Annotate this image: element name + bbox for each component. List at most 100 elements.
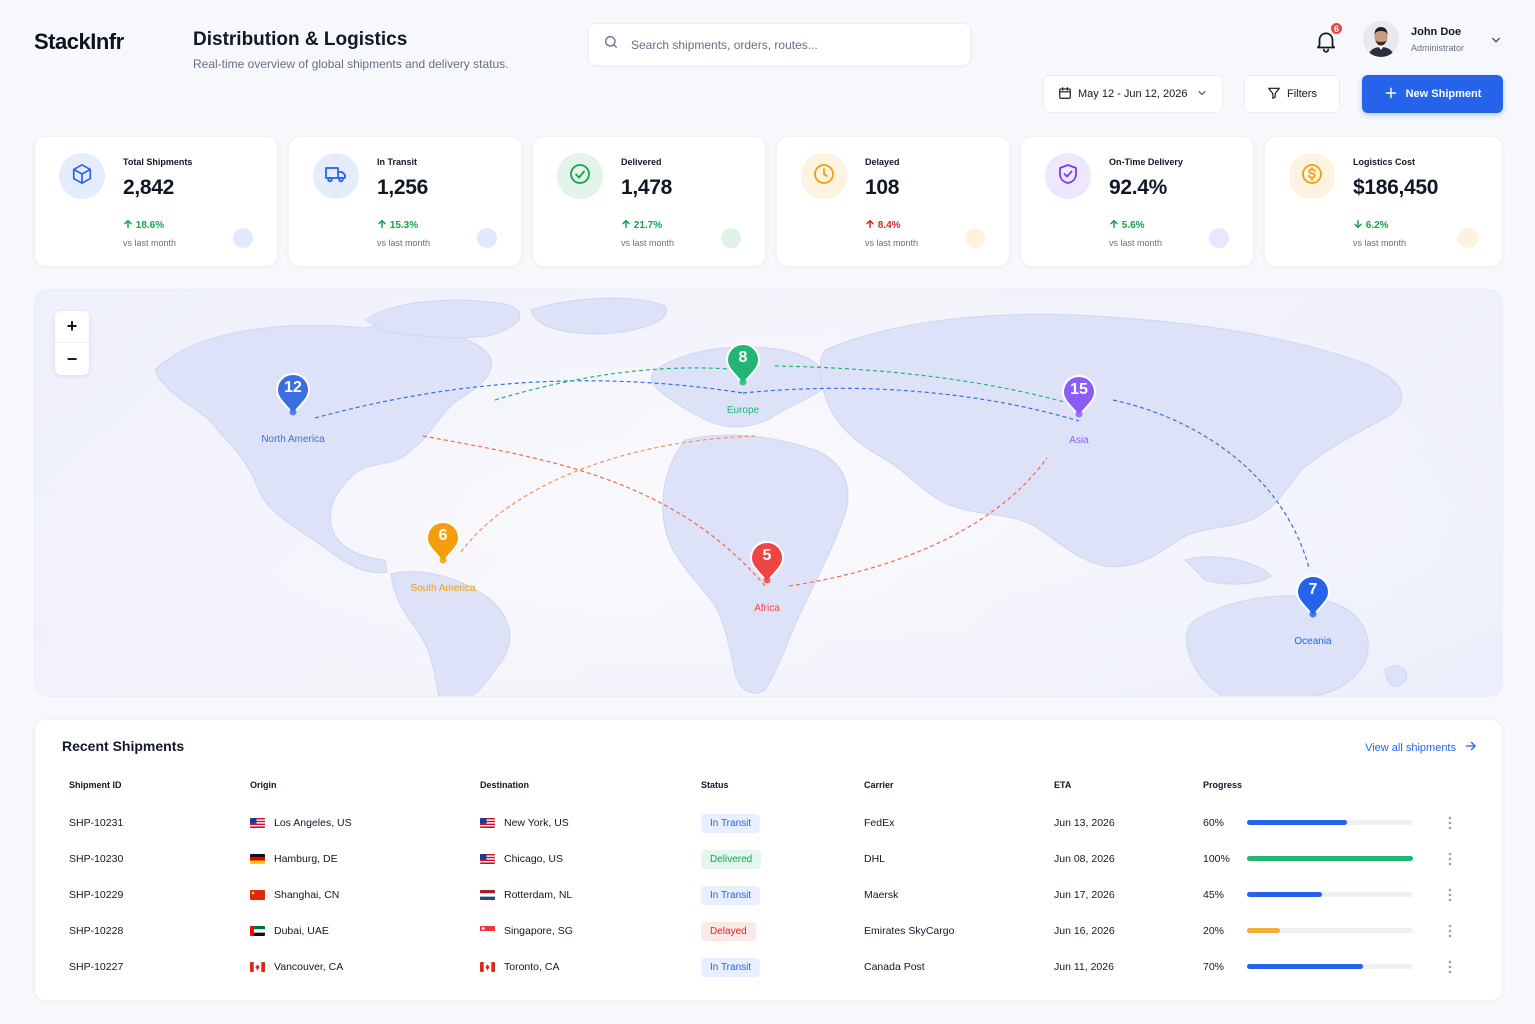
progress-bar bbox=[1247, 964, 1413, 969]
kpi-card-in-transit[interactable]: In Transit 1,256 15.3% vs last month bbox=[288, 136, 522, 267]
shipment-id[interactable]: SHP-10229 bbox=[69, 877, 123, 913]
recent-shipments-title: Recent Shipments bbox=[62, 738, 185, 754]
more-vertical-icon bbox=[1443, 888, 1457, 909]
user-role: Administrator bbox=[1411, 43, 1465, 53]
origin-text: Hamburg, DE bbox=[274, 853, 338, 865]
filters-label: Filters bbox=[1287, 88, 1317, 100]
search-bar[interactable] bbox=[588, 23, 971, 66]
flag-de-icon bbox=[250, 854, 265, 864]
eta-cell: Jun 17, 2026 bbox=[1054, 889, 1115, 901]
more-vertical-icon bbox=[1443, 924, 1457, 945]
map-marker-count: 12 bbox=[284, 379, 302, 396]
column-header-origin[interactable]: Origin bbox=[250, 780, 277, 790]
column-header-destination[interactable]: Destination bbox=[480, 780, 529, 790]
map-marker-count: 15 bbox=[1070, 381, 1088, 398]
row-actions-button[interactable] bbox=[1443, 849, 1457, 869]
kpi-card-total-shipments[interactable]: Total Shipments 2,842 18.6% vs last mont… bbox=[34, 136, 278, 267]
map-marker-count: 7 bbox=[1308, 581, 1318, 598]
kpi-decoration bbox=[477, 228, 497, 248]
kpi-icon-wrap bbox=[557, 153, 603, 199]
kpi-value: 1,256 bbox=[377, 176, 429, 199]
kpi-icon-wrap bbox=[313, 153, 359, 199]
new-shipment-button[interactable]: New Shipment bbox=[1362, 75, 1503, 113]
zoom-out-button[interactable]: − bbox=[55, 343, 89, 375]
map-marker-count: 5 bbox=[762, 547, 772, 564]
kpi-icon-wrap bbox=[59, 153, 105, 199]
destination-cell: New York, US bbox=[480, 805, 569, 841]
date-range-picker[interactable]: May 12 - Jun 12, 2026 bbox=[1043, 75, 1223, 113]
table-row[interactable]: SHP-10230 Hamburg, DE Chicago, US Delive… bbox=[35, 841, 1502, 877]
kpi-card-on-time-delivery[interactable]: On-Time Delivery 92.4% 5.6% vs last mont… bbox=[1020, 136, 1254, 267]
world-map bbox=[35, 290, 1502, 696]
user-menu-toggle[interactable] bbox=[1489, 33, 1503, 47]
origin-text: Los Angeles, US bbox=[274, 817, 352, 829]
progress-bar bbox=[1247, 820, 1413, 825]
dollar-coin-icon bbox=[1300, 162, 1324, 191]
map-marker-asia[interactable]: 15 bbox=[1061, 374, 1097, 418]
progress-text: 20% bbox=[1203, 925, 1225, 937]
shipment-id[interactable]: SHP-10231 bbox=[69, 805, 123, 841]
shipment-id[interactable]: SHP-10230 bbox=[69, 841, 123, 877]
progress-bar-fill bbox=[1247, 964, 1364, 969]
check-circle-icon bbox=[568, 162, 592, 191]
origin-cell: Hamburg, DE bbox=[250, 841, 338, 877]
column-header-carrier[interactable]: Carrier bbox=[864, 780, 894, 790]
kpi-label: Logistics Cost bbox=[1353, 157, 1416, 167]
shipment-id[interactable]: SHP-10228 bbox=[69, 913, 123, 949]
brand-logo[interactable]: StackInfr bbox=[34, 29, 124, 55]
table-row[interactable]: SHP-10228 Dubai, UAE Singapore, SG Delay… bbox=[35, 913, 1502, 949]
shipment-id[interactable]: SHP-10227 bbox=[69, 949, 123, 985]
map-marker-oceania[interactable]: 7 bbox=[1295, 574, 1331, 618]
table-row[interactable]: SHP-10227 Vancouver, CA Toronto, CA In T… bbox=[35, 949, 1502, 985]
column-header-eta[interactable]: ETA bbox=[1054, 780, 1071, 790]
row-actions-button[interactable] bbox=[1443, 957, 1457, 977]
column-header-status[interactable]: Status bbox=[701, 780, 729, 790]
shield-check-icon bbox=[1056, 162, 1080, 191]
status-cell: In Transit bbox=[701, 949, 761, 985]
row-actions-button[interactable] bbox=[1443, 885, 1457, 905]
kpi-change: 21.7% bbox=[621, 219, 662, 231]
filters-button[interactable]: Filters bbox=[1244, 75, 1340, 113]
status-badge: In Transit bbox=[701, 957, 761, 977]
row-actions-button[interactable] bbox=[1443, 813, 1457, 833]
more-vertical-icon bbox=[1443, 960, 1457, 981]
kpi-card-delivered[interactable]: Delivered 1,478 21.7% vs last month bbox=[532, 136, 766, 267]
row-actions-button[interactable] bbox=[1443, 921, 1457, 941]
map-marker-north-america[interactable]: 12 bbox=[275, 372, 311, 416]
map-region-label-europe: Europe bbox=[726, 405, 760, 416]
column-header-progress[interactable]: Progress bbox=[1203, 780, 1242, 790]
flag-ae-icon bbox=[250, 926, 265, 936]
destination-text: Toronto, CA bbox=[504, 961, 560, 973]
map-region-label-oceania: Oceania bbox=[1294, 636, 1332, 647]
kpi-change-value: 5.6% bbox=[1121, 220, 1145, 231]
arrow-right-icon bbox=[1464, 739, 1478, 756]
kpi-card-delayed[interactable]: Delayed 108 8.4% vs last month bbox=[776, 136, 1010, 267]
calendar-icon bbox=[1058, 86, 1072, 103]
new-shipment-label: New Shipment bbox=[1405, 88, 1482, 100]
progress-bar-fill bbox=[1247, 856, 1413, 861]
shipments-map[interactable]: + − 12 North America 8 Europe 15 Asia 6 Sout… bbox=[34, 289, 1503, 697]
origin-text: Shanghai, CN bbox=[274, 889, 340, 901]
status-badge: Delivered bbox=[701, 849, 762, 869]
column-header-shipment-id[interactable]: Shipment ID bbox=[69, 780, 122, 790]
zoom-in-button[interactable]: + bbox=[55, 311, 89, 343]
progress-bar bbox=[1247, 928, 1413, 933]
destination-text: Singapore, SG bbox=[504, 925, 573, 937]
kpi-card-logistics-cost[interactable]: Logistics Cost $186,450 6.2% vs last mon… bbox=[1264, 136, 1503, 267]
kpi-icon-wrap bbox=[801, 153, 847, 199]
table-row[interactable]: SHP-10231 Los Angeles, US New York, US I… bbox=[35, 805, 1502, 841]
flag-ca-icon bbox=[480, 962, 495, 972]
avatar[interactable] bbox=[1363, 21, 1399, 57]
search-input[interactable] bbox=[631, 37, 931, 52]
map-marker-europe[interactable]: 8 bbox=[725, 342, 761, 386]
view-all-shipments-link[interactable]: View all shipments bbox=[1365, 739, 1478, 756]
table-row[interactable]: SHP-10229 Shanghai, CN Rotterdam, NL In … bbox=[35, 877, 1502, 913]
kpi-change-value: 8.4% bbox=[877, 220, 901, 231]
kpi-value: 108 bbox=[865, 176, 900, 199]
status-cell: In Transit bbox=[701, 877, 761, 913]
origin-cell: Vancouver, CA bbox=[250, 949, 343, 985]
kpi-change: 8.4% bbox=[865, 219, 901, 231]
map-marker-south-america[interactable]: 6 bbox=[425, 520, 461, 564]
map-marker-africa[interactable]: 5 bbox=[749, 540, 785, 584]
user-name[interactable]: John Doe bbox=[1411, 26, 1461, 38]
